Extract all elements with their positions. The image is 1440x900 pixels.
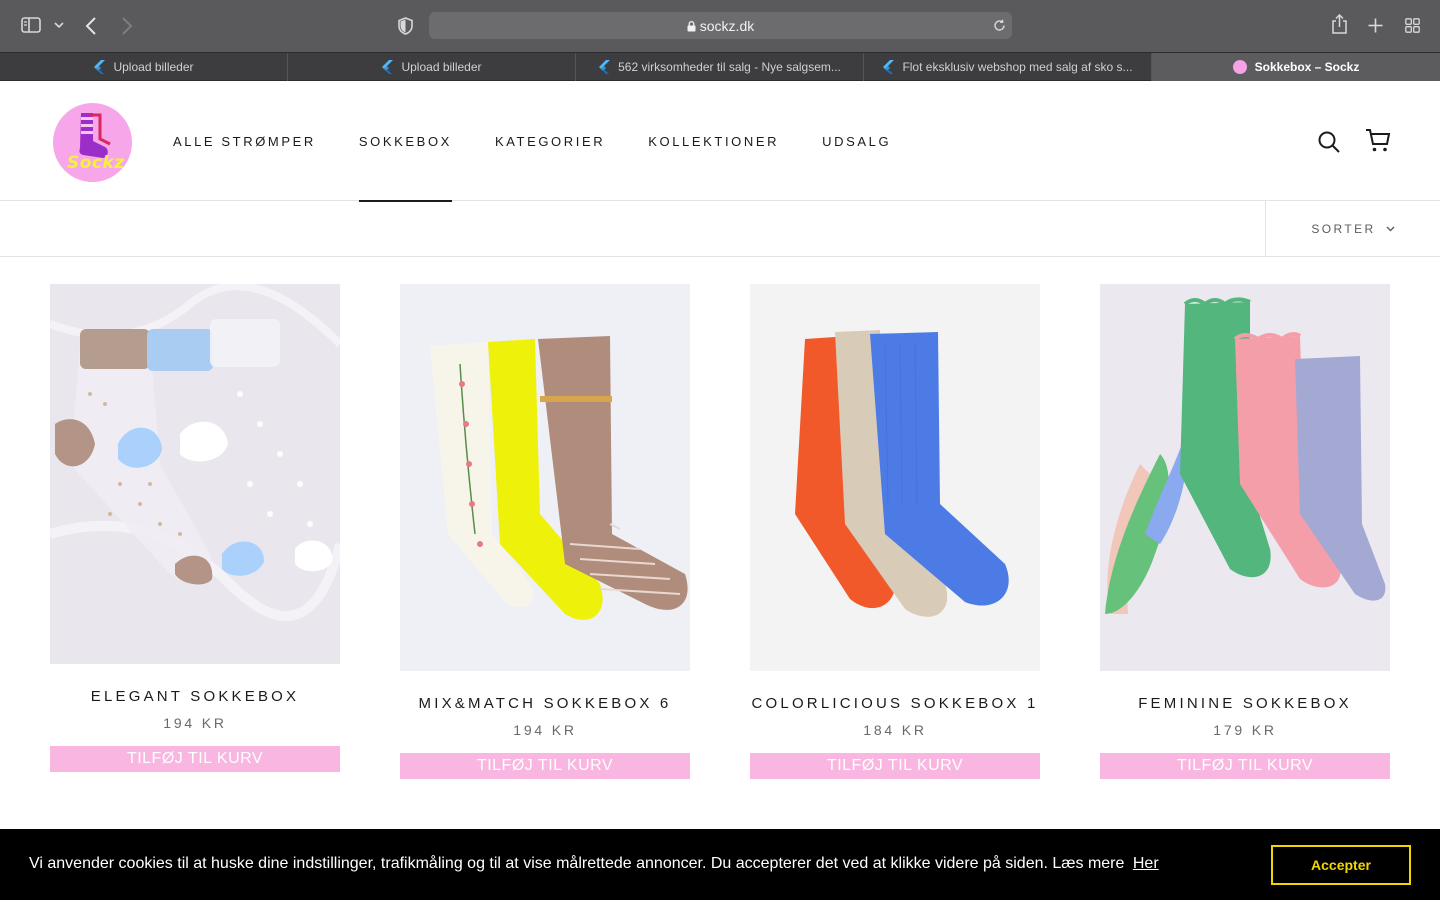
search-icon[interactable] <box>1318 131 1340 153</box>
product-title[interactable]: COLORLICIOUS SOKKEBOX 1 <box>750 695 1040 713</box>
product-photo-mixmatch-socks <box>400 284 690 671</box>
shield-icon[interactable] <box>398 17 413 35</box>
product-image[interactable] <box>50 284 340 664</box>
tab-label: Flot eksklusiv webshop med salg af sko s… <box>902 60 1133 74</box>
sockz-favicon-icon <box>1232 60 1247 74</box>
cookie-text: Vi anvender cookies til at huske dine in… <box>29 855 1125 872</box>
product-title[interactable]: MIX&MATCH SOKKEBOX 6 <box>400 695 690 713</box>
product-image[interactable] <box>1100 284 1390 671</box>
forward-icon[interactable] <box>121 17 133 35</box>
product-image[interactable] <box>400 284 690 671</box>
product-price: 194 KR <box>513 722 577 738</box>
tab-upload-billeder-1[interactable]: Upload billeder <box>0 53 288 81</box>
product-price: 184 KR <box>863 722 927 738</box>
product-card: FEMININE SOKKEBOX 179 KR TILFØJ TIL KURV <box>1100 284 1390 779</box>
tab-overview-icon[interactable] <box>1405 18 1420 33</box>
add-to-cart-button[interactable]: TILFØJ TIL KURV <box>400 753 690 779</box>
tab-bar: Upload billeder Upload billeder 562 virk… <box>0 52 1440 81</box>
product-photo-feminine-socks <box>1100 284 1390 671</box>
sort-label: SORTER <box>1311 221 1376 236</box>
nav-sokkebox[interactable]: SOKKEBOX <box>358 81 453 202</box>
sort-button[interactable]: SORTER <box>1265 201 1440 256</box>
flutter-favicon-icon <box>883 60 895 74</box>
product-card: MIX&MATCH SOKKEBOX 6 194 KR TILFØJ TIL K… <box>400 284 690 779</box>
nav-kollektioner[interactable]: KOLLEKTIONER <box>648 81 779 201</box>
reload-icon[interactable] <box>993 19 1006 32</box>
nav-kategorier[interactable]: KATEGORIER <box>495 81 605 201</box>
cookie-message: Vi anvender cookies til at huske dine in… <box>29 855 1159 873</box>
lock-icon <box>687 21 696 32</box>
nav-udsalg[interactable]: UDSALG <box>822 81 891 201</box>
tab-label: Upload billeder <box>401 60 482 74</box>
logo-text: Sockz <box>67 153 125 173</box>
site-header: Sockz ALLE STRØMPER SOKKEBOX KATEGORIER … <box>0 81 1440 202</box>
tab-label: Upload billeder <box>113 60 194 74</box>
tab-label: Sokkebox – Sockz <box>1254 60 1360 74</box>
cookie-read-more-link[interactable]: Her <box>1133 855 1159 872</box>
product-image[interactable] <box>750 284 1040 671</box>
collection-toolbar: SORTER <box>0 201 1440 257</box>
product-title[interactable]: FEMININE SOKKEBOX <box>1100 695 1390 713</box>
nav-alle-stroemper[interactable]: ALLE STRØMPER <box>173 81 316 201</box>
product-photo-colorlicious-socks <box>750 284 1040 671</box>
back-icon[interactable] <box>85 17 97 35</box>
chevron-down-icon <box>1386 226 1395 231</box>
address-bar[interactable]: sockz.dk <box>429 12 1012 39</box>
tab-upload-billeder-2[interactable]: Upload billeder <box>288 53 576 81</box>
tab-virksomheder-til-salg[interactable]: 562 virksomheder til salg - Nye salgsem.… <box>576 53 864 81</box>
add-to-cart-button[interactable]: TILFØJ TIL KURV <box>50 746 340 772</box>
tab-label: 562 virksomheder til salg - Nye salgsem.… <box>618 60 841 74</box>
tab-sokkebox-sockz[interactable]: Sokkebox – Sockz <box>1152 53 1440 81</box>
browser-toolbar: sockz.dk <box>0 0 1440 52</box>
url-label: sockz.dk <box>699 18 755 34</box>
add-to-cart-button[interactable]: TILFØJ TIL KURV <box>750 753 1040 779</box>
flutter-favicon-icon <box>382 60 394 74</box>
url-text: sockz.dk <box>429 18 1012 34</box>
flutter-favicon-icon <box>94 60 106 74</box>
main-nav: ALLE STRØMPER SOKKEBOX KATEGORIER KOLLEK… <box>173 81 934 202</box>
cart-icon[interactable] <box>1365 128 1391 153</box>
accept-cookies-button[interactable]: Accepter <box>1271 845 1411 885</box>
product-price: 194 KR <box>163 715 227 731</box>
product-card: ELEGANT SOKKEBOX 194 KR TILFØJ TIL KURV <box>50 284 340 772</box>
product-price: 179 KR <box>1213 722 1277 738</box>
flutter-favicon-icon <box>599 60 611 74</box>
add-to-cart-button[interactable]: TILFØJ TIL KURV <box>1100 753 1390 779</box>
product-card: COLORLICIOUS SOKKEBOX 1 184 KR TILFØJ TI… <box>750 284 1040 779</box>
product-photo-sheer-socks <box>50 284 340 664</box>
chevron-down-icon[interactable] <box>54 22 64 29</box>
share-icon[interactable] <box>1331 14 1348 35</box>
sockz-logo[interactable]: Sockz <box>53 103 132 182</box>
product-title[interactable]: ELEGANT SOKKEBOX <box>50 688 340 706</box>
new-tab-icon[interactable] <box>1368 18 1383 33</box>
cookie-banner: Vi anvender cookies til at huske dine in… <box>0 829 1440 900</box>
tab-webshop[interactable]: Flot eksklusiv webshop med salg af sko s… <box>864 53 1152 81</box>
sidebar-icon[interactable] <box>21 17 41 33</box>
